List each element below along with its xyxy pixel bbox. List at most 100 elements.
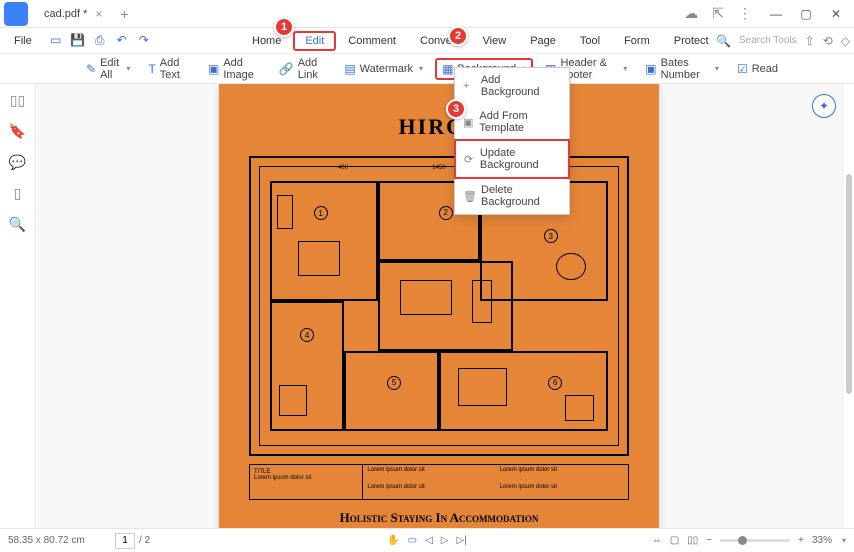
room-5-label: 5 bbox=[387, 376, 401, 390]
refresh-icon: ⟳ bbox=[464, 153, 474, 166]
select-tool-icon[interactable]: ▭ bbox=[408, 535, 417, 546]
tab-form[interactable]: Form bbox=[612, 31, 662, 51]
app-logo bbox=[4, 2, 28, 26]
window-controls: — ▢ ✕ bbox=[762, 7, 850, 21]
document-page: HIROS 400 1450 200 1 bbox=[219, 84, 659, 528]
help-icon[interactable]: ◇ bbox=[841, 34, 850, 48]
callout-2: 2 bbox=[448, 26, 468, 46]
search-panel-icon[interactable]: 🔍 bbox=[9, 216, 26, 233]
delete-background-item[interactable]: 🗑Delete Background bbox=[455, 178, 569, 214]
tab-tool[interactable]: Tool bbox=[568, 31, 612, 51]
add-link-button[interactable]: 🔗Add Link bbox=[273, 54, 333, 84]
add-text-button[interactable]: TAdd Text bbox=[142, 54, 196, 84]
chevron-down-icon: ▾ bbox=[623, 64, 627, 73]
tab-protect[interactable]: Protect bbox=[662, 31, 721, 51]
edit-icon: ✎ bbox=[86, 62, 96, 76]
watermark-icon: ▤ bbox=[344, 62, 355, 76]
maximize-button[interactable]: ▢ bbox=[792, 7, 820, 21]
zoom-controls: ⇔ ▢ ▯▯ − + 33% ▾ bbox=[652, 535, 846, 546]
prev-page-icon[interactable]: ◁ bbox=[425, 535, 433, 546]
room-1-label: 1 bbox=[314, 206, 328, 220]
left-sidebar: ▯▯ 🔖 💬 ▯ 🔍 bbox=[0, 84, 36, 528]
template-icon: ▣ bbox=[463, 116, 473, 129]
title-bar: cad.pdf * × + ☁ ⇱ ⋮ — ▢ ✕ bbox=[0, 0, 854, 28]
watermark-button[interactable]: ▤Watermark▾ bbox=[338, 59, 429, 79]
layout-icon[interactable]: ▯▯ bbox=[687, 535, 698, 546]
thumbnails-icon[interactable]: ▯▯ bbox=[10, 92, 25, 109]
edit-all-button[interactable]: ✎Edit All▾ bbox=[80, 54, 136, 84]
title-block-notes: Lorem ipsum dolor sit Lorem ipsum dolor … bbox=[363, 465, 628, 499]
save-icon[interactable]: 💾 bbox=[68, 33, 88, 48]
read-button[interactable]: ☑Read bbox=[731, 59, 784, 79]
document-tab[interactable]: cad.pdf * × bbox=[34, 3, 112, 25]
bates-icon: ▣ bbox=[645, 62, 656, 76]
tab-view[interactable]: View bbox=[471, 31, 519, 51]
status-bar: 58.35 x 80.72 cm / 2 ✋ ▭ ◁ ▷ ▷| ⇔ ▢ ▯▯ −… bbox=[0, 528, 854, 552]
cloud-icon[interactable]: ☁ bbox=[680, 5, 702, 22]
attachments-icon[interactable]: ▯ bbox=[14, 185, 22, 202]
add-image-button[interactable]: ▣Add Image bbox=[202, 54, 267, 84]
ai-assist-button[interactable]: ✦ bbox=[812, 94, 836, 118]
update-background-item[interactable]: ⟳Update Background bbox=[454, 139, 570, 179]
rooms: 1 2 3 bbox=[270, 181, 608, 431]
zoom-in-icon[interactable]: + bbox=[798, 535, 804, 546]
room-1: 1 bbox=[270, 181, 378, 301]
title-block: TITLE Lorem ipsum dolor sit Lorem ipsum … bbox=[249, 464, 629, 500]
canvas[interactable]: HIROS 400 1450 200 1 bbox=[36, 84, 842, 528]
file-menu[interactable]: File bbox=[4, 35, 42, 47]
close-window-button[interactable]: ✕ bbox=[822, 7, 850, 21]
scrollbar-thumb[interactable] bbox=[846, 174, 852, 394]
share-icon[interactable]: ⇱ bbox=[708, 5, 728, 22]
bookmark-icon[interactable]: 🔖 bbox=[9, 123, 26, 140]
search-tools-placeholder[interactable]: Search Tools bbox=[739, 35, 797, 46]
doc-headline-1: Holistic Staying In Accommodation bbox=[239, 510, 639, 526]
title-block-label: TITLE Lorem ipsum dolor sit bbox=[250, 465, 363, 499]
tab-comment[interactable]: Comment bbox=[336, 31, 408, 51]
furniture bbox=[556, 253, 586, 281]
trash-icon: 🗑 bbox=[463, 190, 475, 203]
add-background-item[interactable]: +Add Background bbox=[455, 68, 569, 104]
tab-edit[interactable]: Edit bbox=[293, 31, 336, 51]
floor-plan-frame: 400 1450 200 1 2 bbox=[249, 156, 629, 456]
undo-icon[interactable]: ↶ bbox=[112, 33, 132, 48]
close-icon[interactable]: × bbox=[95, 7, 102, 21]
page-input[interactable] bbox=[115, 533, 135, 549]
open-icon[interactable]: ▭ bbox=[46, 33, 66, 48]
zoom-value[interactable]: 33% bbox=[812, 535, 832, 546]
zoom-slider[interactable] bbox=[720, 539, 790, 542]
background-dropdown: +Add Background ▣Add From Template ⟳Upda… bbox=[454, 67, 570, 215]
chevron-down-icon[interactable]: ▾ bbox=[842, 536, 846, 545]
zoom-out-icon[interactable]: − bbox=[706, 535, 712, 546]
furniture bbox=[279, 385, 307, 417]
minimize-button[interactable]: — bbox=[762, 7, 790, 21]
room-4: 4 bbox=[270, 301, 344, 431]
comments-icon[interactable]: 💬 bbox=[9, 154, 26, 171]
doc-title: HIROS bbox=[239, 114, 639, 140]
sync-icon[interactable]: ⟲ bbox=[823, 34, 833, 48]
last-page-icon[interactable]: ▷| bbox=[457, 535, 467, 546]
image-icon: ▣ bbox=[208, 62, 219, 76]
redo-icon[interactable]: ↷ bbox=[134, 33, 154, 48]
new-tab-button[interactable]: + bbox=[112, 6, 136, 22]
page-indicator: / 2 bbox=[115, 533, 150, 549]
main-tabs: Home Edit Comment Convert View Page Tool… bbox=[240, 31, 721, 51]
upload-icon[interactable]: ⇧ bbox=[805, 34, 815, 48]
more-icon[interactable]: ⋮ bbox=[734, 5, 756, 22]
hand-tool-icon[interactable]: ✋ bbox=[387, 535, 399, 546]
tab-page[interactable]: Page bbox=[518, 31, 568, 51]
text-icon: T bbox=[148, 62, 155, 76]
furniture bbox=[400, 280, 452, 314]
living-room bbox=[378, 261, 513, 351]
plus-icon: + bbox=[463, 80, 475, 92]
fit-width-icon[interactable]: ⇔ bbox=[652, 535, 662, 546]
room-6-label: 6 bbox=[548, 376, 562, 390]
room-3-label: 3 bbox=[544, 229, 558, 243]
add-from-template-item[interactable]: ▣Add From Template bbox=[455, 104, 569, 140]
next-page-icon[interactable]: ▷ bbox=[441, 535, 449, 546]
callout-3: 3 bbox=[446, 99, 466, 119]
print-icon[interactable]: ⎙ bbox=[90, 33, 110, 48]
bates-number-button[interactable]: ▣Bates Number▾ bbox=[639, 54, 725, 84]
fit-page-icon[interactable]: ▢ bbox=[670, 535, 679, 546]
read-icon: ☑ bbox=[737, 62, 748, 76]
furniture bbox=[277, 195, 293, 230]
